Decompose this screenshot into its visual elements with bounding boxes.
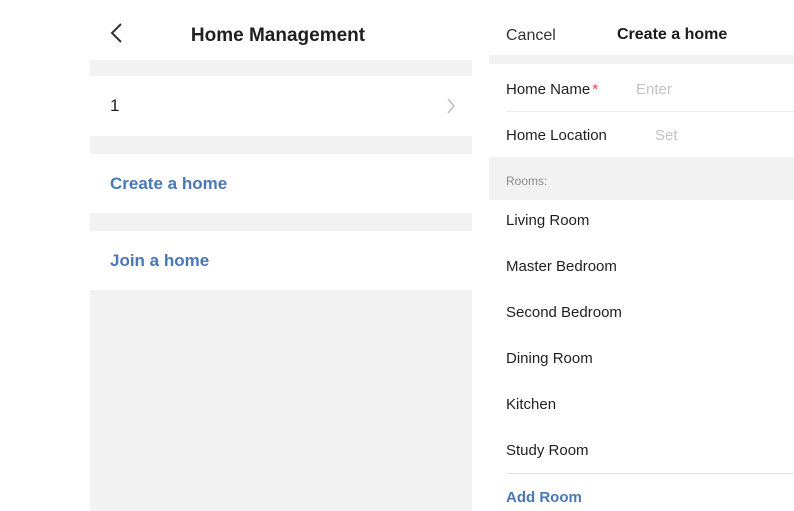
home-name-label: Home Name [506, 81, 591, 98]
cancel-button[interactable]: Cancel [506, 27, 556, 45]
home-management-header: Home Management [90, 0, 472, 60]
home-name-field-label: Home Name * [506, 81, 598, 98]
divider [506, 111, 794, 112]
divider [506, 473, 794, 474]
page-title: Home Management [190, 25, 366, 46]
room-list-item[interactable]: Dining Room [506, 350, 593, 367]
room-list-item[interactable]: Master Bedroom [506, 258, 617, 275]
home-management-panel: Home Management 1 Create a home Join a h… [90, 0, 472, 511]
home-name: 1 [110, 96, 120, 115]
room-list-item[interactable]: Kitchen [506, 396, 556, 413]
divider [489, 55, 794, 64]
join-home-button[interactable]: Join a home [90, 231, 472, 290]
rooms-section-header: Rooms: [489, 157, 794, 200]
join-home-label: Join a home [110, 251, 210, 270]
room-list-item[interactable]: Living Room [506, 212, 589, 229]
rooms-label: Rooms: [506, 174, 548, 188]
room-list-item[interactable]: Study Room [506, 442, 589, 459]
create-home-button[interactable]: Create a home [90, 154, 472, 213]
room-list-item[interactable]: Second Bedroom [506, 304, 622, 321]
home-location-label: Home Location [506, 127, 607, 144]
home-location-input[interactable]: Set [655, 127, 678, 144]
home-name-input[interactable]: Enter [636, 81, 672, 98]
create-home-label: Create a home [110, 174, 228, 193]
add-room-button[interactable]: Add Room [506, 489, 582, 506]
create-home-panel: Cancel Create a home Home Name * Enter Ho… [489, 10, 794, 511]
home-list-item[interactable]: 1 [90, 76, 472, 136]
chevron-right-icon [447, 98, 455, 114]
required-mark: * [592, 81, 599, 98]
create-home-title: Create a home [617, 26, 728, 43]
